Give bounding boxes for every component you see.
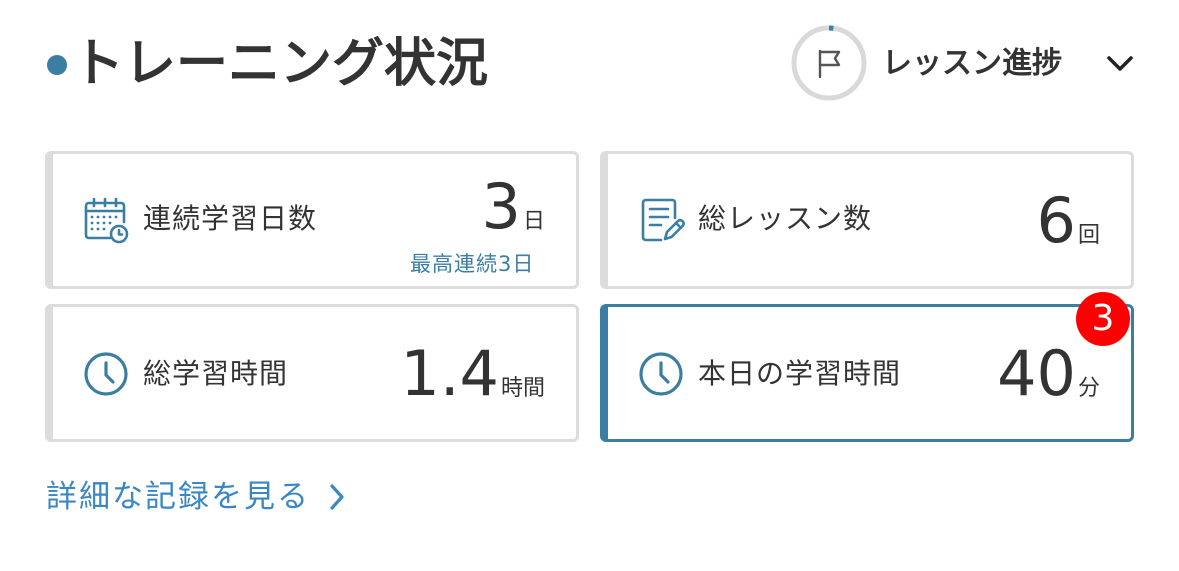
lesson-progress-ring[interactable] [790,24,868,102]
clock-icon [639,352,683,396]
stat-number: 40 [997,337,1076,410]
notification-badge: 3 [1076,292,1130,346]
stat-label-total-lessons: 総レッスン数 [698,202,873,235]
stat-value-total-study-time: 1.4 時間 [400,339,545,409]
stat-value-streak-days: 3 日 [482,172,545,242]
clock-icon [84,352,128,396]
best-streak-note: 最高連続3日 [410,252,535,276]
stat-value-today-study-time: 40 分 [997,339,1100,409]
stat-number: 1.4 [400,337,499,410]
stat-label-streak-days: 連続学習日数 [143,202,318,235]
stat-unit: 日 [522,209,545,234]
view-detailed-records-link[interactable]: 詳細な記録を見る [46,474,346,520]
stat-label-total-study-time: 総学習時間 [143,357,289,390]
document-edit-icon [641,198,685,242]
chevron-right-icon [330,484,344,510]
lesson-progress-label[interactable]: レッスン進捗 [882,42,1062,86]
chevron-down-icon[interactable] [1104,52,1136,76]
stat-number: 3 [481,170,521,243]
page-title: トレーニング状況 [72,34,489,94]
stat-unit: 時間 [500,376,545,401]
stat-unit: 回 [1077,223,1100,248]
title-bullet [47,55,67,75]
stat-label-today-study-time: 本日の学習時間 [698,357,902,390]
stat-number: 6 [1036,184,1076,257]
training-status-widget: トレーニング状況 レッスン進捗 連続学習日数 3 日 最高連続3日 総レッスン数… [0,0,1179,571]
stat-unit: 分 [1077,376,1100,401]
view-detailed-records-label: 詳細な記録を見る [46,479,310,515]
calendar-clock-icon [84,197,129,244]
stat-value-total-lessons: 6 回 [1037,186,1100,256]
flag-icon [818,49,841,79]
